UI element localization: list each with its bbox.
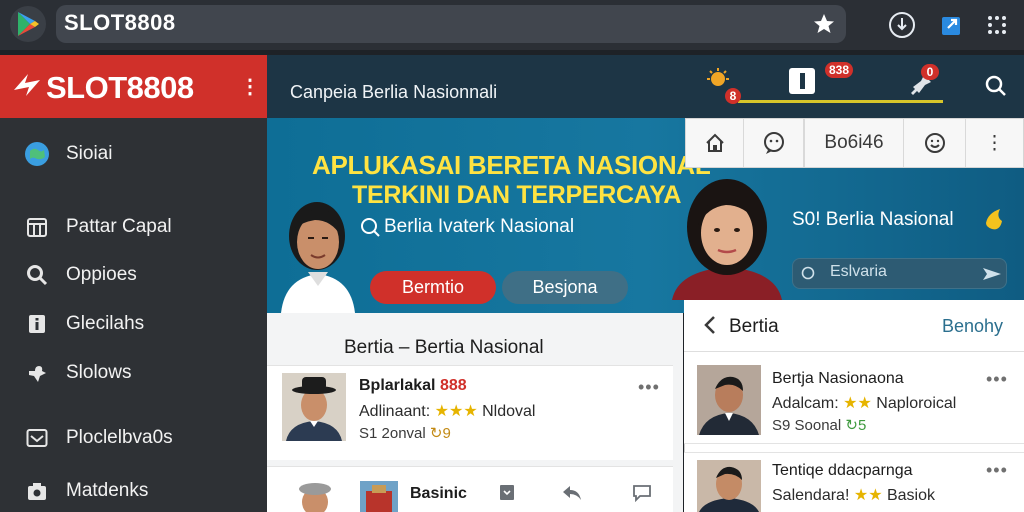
sidebar-item-label: Matdenks [66,480,149,501]
news-card-line3: S1 2onval ↻9 [359,424,451,442]
sidebar-item-matdenks[interactable]: Matdenks [24,476,148,506]
news-thumbnail-small [360,481,398,512]
news-thumbnail [292,480,338,512]
right-search-field[interactable] [792,258,1007,289]
app-window: SLOT8808 SLOT8808 ⋮ Sioiai Pattar Capal [0,0,1024,512]
home-icon[interactable] [686,119,744,167]
alert-icon[interactable] [789,68,815,94]
news-card-line2: Salendara! ★★ Basiok [772,485,935,505]
kebab-menu-icon[interactable]: ⋮ [240,74,260,99]
banner-search-icon [359,216,381,238]
news-card-line3: S9 Soonal ↻5 [772,416,866,434]
news-thumbnail [282,373,346,441]
right-search-text: Eslvaria [830,263,887,280]
calendar-icon [24,214,50,240]
share-icon[interactable] [937,10,967,40]
news-card-title: Bertja Nasionaona [772,370,904,387]
toolbar-label[interactable]: Bo6i46 [804,119,904,167]
sidebar-item-label: Ploclelbva0s [66,427,173,448]
more-horiz-icon[interactable]: ••• [638,377,660,398]
news-card-title: Tentiqe ddacparnga [772,462,913,479]
brand-title: SLOT8808 [46,70,194,105]
banner-title-line2: TERKINI DAN TERPERCAYA [352,181,682,209]
more-vert-icon[interactable]: ⋮ [966,119,1023,167]
more-horiz-icon[interactable]: ••• [986,460,1008,481]
more-horiz-icon[interactable]: ••• [986,369,1008,390]
info-icon [24,311,50,337]
sidebar-item-pattar-capal[interactable]: Pattar Capal [24,212,172,242]
bookmark-icon[interactable] [498,484,518,502]
send-icon[interactable] [982,266,1002,282]
news-card-meta-suffix: Basiok [886,487,936,504]
news-card-meta-suffix: Nldoval [482,403,536,420]
news-card-line2: Adlinaant: ★★★ Nldoval [359,401,535,421]
sidebar-item-glecilahs[interactable]: Glecilahs [24,309,144,339]
notification-badge: 8 [725,88,741,104]
sidebar-item-sioiai[interactable]: Sioiai [24,139,112,169]
news-card-meta: Adalcam: [772,395,839,412]
flame-icon [982,205,1006,233]
presenter-photo-right [670,175,785,300]
apps-grid-icon[interactable] [982,10,1012,40]
header-search-icon[interactable] [984,74,1010,100]
news-card-source: S1 2onval [359,425,426,442]
header-progress-bar [738,100,943,103]
search-icon [24,262,50,288]
sidebar-item-label: Glecilahs [66,313,145,334]
back-arrow-icon[interactable] [702,315,718,335]
sidebar-item-slolows[interactable]: Slolows [24,358,131,388]
camera-icon [24,478,50,504]
news-thumbnail [697,460,761,512]
news-card-line2: Adalcam: ★★ Naploroical [772,393,956,413]
news-card-meta: Adlinaant: [359,403,431,420]
sidebar-item-label: Pattar Capal [66,216,172,237]
rating-stars: ★★★ [434,403,478,420]
search-small-icon [800,265,818,283]
news-card-title: Bplarlakal 888 [359,377,467,395]
page-title: Canpeia Berlia Nasionnali [290,82,498,102]
banner-subtitle: Berlia Ivaterk Nasional [384,216,575,237]
news-thumbnail [697,365,761,435]
address-bar-text: SLOT8808 [64,10,176,35]
news-card-meta-suffix: Naploroical [876,395,957,412]
brand-logo-icon [12,70,42,100]
right-banner-text: S0! Berlia Nasional [792,209,954,230]
sidebar-item-oppioes[interactable]: Oppioes [24,260,137,290]
message-badge: 838 [825,62,853,78]
news-card-title: Basinic [410,485,467,502]
right-panel-link[interactable]: Benohy [942,316,1003,337]
section-title: Bertia – Bertia Nasional [344,337,544,358]
image-icon [24,425,50,451]
secondary-button[interactable]: Besjona [502,271,628,304]
download-icon[interactable] [887,10,917,40]
rating-stars: ★★ [853,487,883,504]
news-card-title-text: Bplarlakal [359,377,440,394]
puzzle-icon [24,360,50,386]
news-card-title-accent: 888 [439,377,467,394]
news-card-meta: Salendara! [772,487,850,504]
right-toolbar: Bo6i46 ⋮ [685,118,1024,168]
bookmark-star-icon[interactable] [812,12,836,42]
sidebar-item-ploclelbva0s[interactable]: Ploclelbva0s [24,423,173,453]
globe-icon [24,141,50,167]
news-card-count: ↻9 [429,425,451,442]
news-card-source: S9 Soonal [772,417,842,434]
rating-stars: ★★ [843,395,872,412]
primary-button[interactable]: Bermtio [370,271,496,304]
reply-icon[interactable] [561,484,583,502]
smiley-icon[interactable] [904,119,966,167]
sidebar-item-label: Oppioes [66,264,137,285]
sidebar-item-label: Slolows [66,362,132,383]
chat-icon[interactable] [744,119,804,167]
comment-icon[interactable] [632,484,652,503]
right-panel-title: Bertia [729,316,779,337]
sidebar-item-label: Sioiai [66,143,113,164]
news-card-count: ↻5 [845,417,867,434]
play-store-logo-icon[interactable] [10,6,46,42]
presenter-photo-left [275,188,361,313]
pin-badge: 0 [921,64,939,80]
banner-title-line1: APLUKASAI BERETA NASIONAL [312,150,711,180]
